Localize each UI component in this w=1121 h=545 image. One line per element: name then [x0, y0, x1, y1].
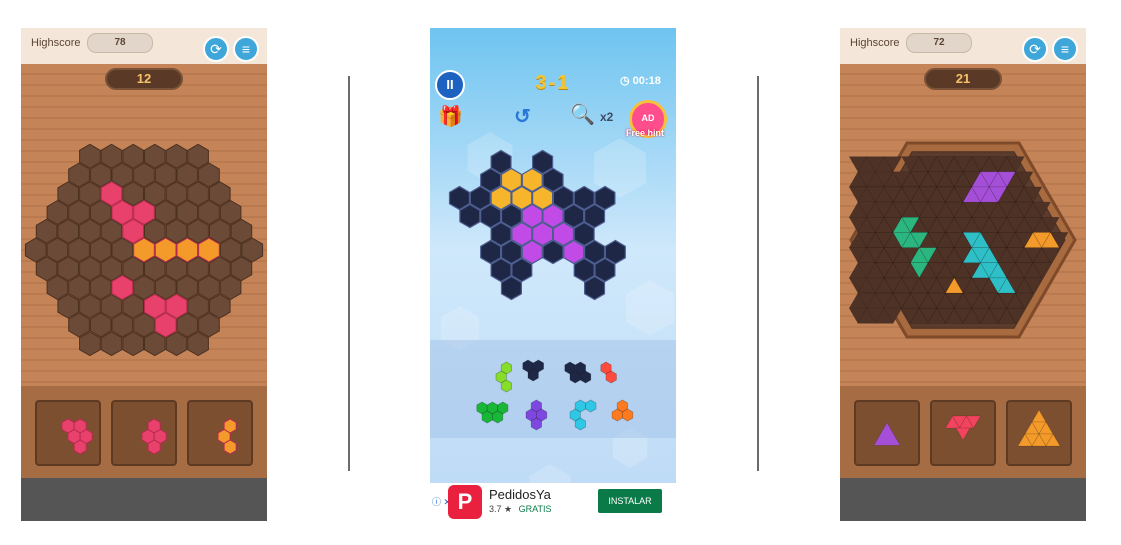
- shelf-piece-cell: [527, 368, 539, 382]
- shelf-piece-cell: [492, 410, 504, 424]
- shelf-pieces[interactable]: [430, 28, 676, 521]
- shelf-piece-cell: [579, 370, 592, 384]
- tray-triangle: [955, 427, 971, 441]
- tray-piece-cell: [73, 439, 87, 455]
- right-game-screen: Highscore 72 ⟳ ≡ 21: [840, 28, 1086, 521]
- shelf-piece-cell: [530, 417, 542, 431]
- tray-pieces[interactable]: [21, 28, 267, 521]
- ad-app-name[interactable]: PedidosYa: [489, 487, 551, 502]
- shelf-piece-cell: [569, 370, 581, 384]
- shelf-piece-cell: [500, 379, 512, 393]
- shelf-piece-cell: [611, 408, 623, 422]
- divider: [348, 76, 350, 471]
- shelf-piece-cell: [481, 410, 493, 424]
- tray-triangle: [873, 422, 901, 446]
- shelf-piece-cell: [574, 417, 587, 431]
- install-button[interactable]: INSTALAR: [598, 489, 662, 513]
- middle-game-screen: II 3-1 ◷ 00:18 🎁 ↺ 🔍 x2 AD Free hint ⓘ ✕…: [430, 28, 676, 521]
- tray-piece-cell: [223, 439, 237, 455]
- shelf-piece-cell: [585, 399, 597, 413]
- bottom-bar: [840, 478, 1086, 521]
- shelf-piece-cell: [621, 408, 634, 422]
- divider: [757, 76, 759, 471]
- ad-price: GRATIS: [518, 504, 552, 514]
- bottom-bar: [21, 478, 267, 521]
- ad-rating: 3.7 ★ GRATIS: [489, 504, 551, 515]
- ad-banner[interactable]: ⓘ ✕ P PedidosYa 3.7 ★ GRATIS INSTALAR: [430, 483, 676, 521]
- left-game-screen: Highscore 78 ⟳ ≡ 12: [21, 28, 267, 521]
- ad-rating-value: 3.7 ★: [489, 504, 513, 514]
- shelf-piece-cell: [605, 370, 617, 384]
- ad-app-logo[interactable]: P: [448, 485, 482, 519]
- tray-triangle: [1031, 409, 1047, 423]
- tray-pieces[interactable]: [840, 28, 1086, 521]
- tray-piece-cell: [147, 439, 161, 455]
